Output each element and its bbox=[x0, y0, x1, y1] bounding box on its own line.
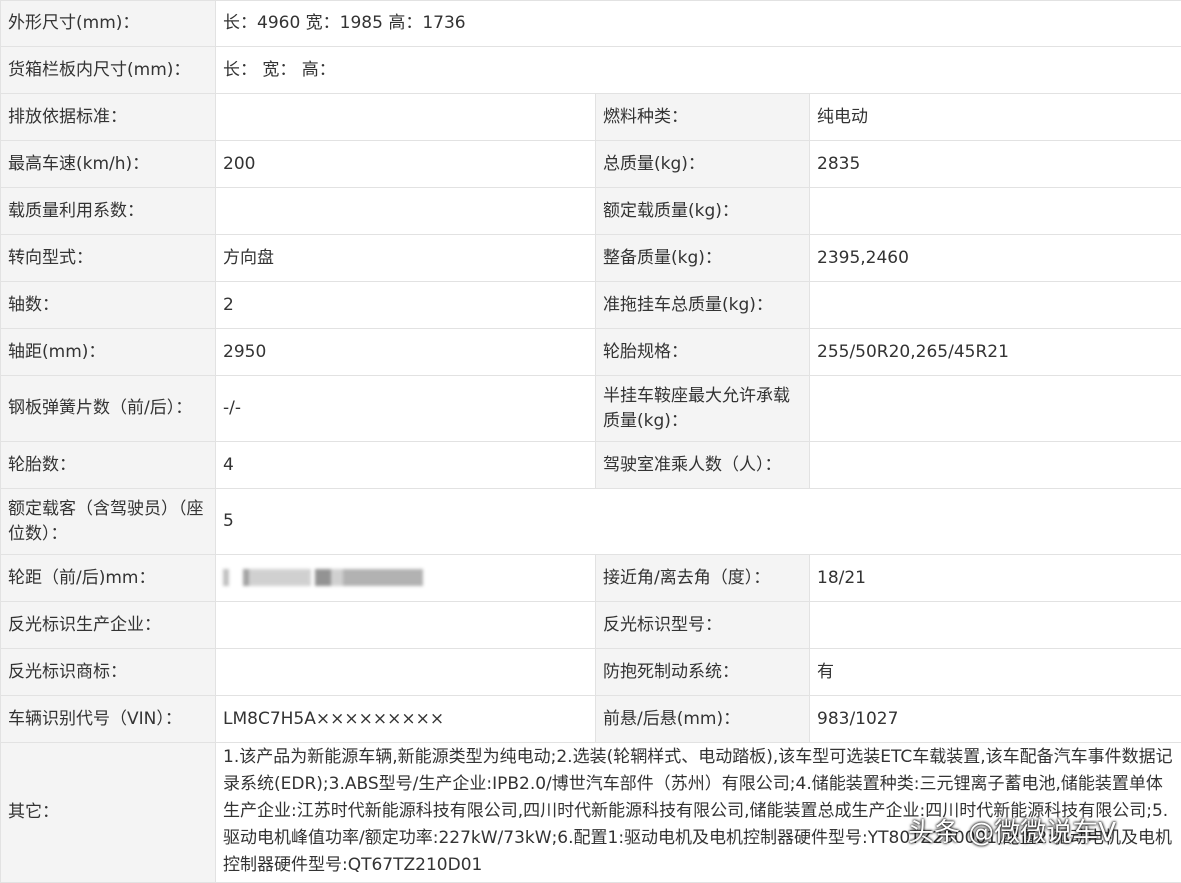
saddle-load-label: 半挂车鞍座最大允许承载质量(kg)： bbox=[596, 376, 810, 442]
dimensions-value: 长：4960 宽：1985 高：1736 bbox=[216, 1, 1181, 47]
spec-table: 外形尺寸(mm)： 长：4960 宽：1985 高：1736 货箱栏板内尺寸(m… bbox=[0, 0, 1181, 883]
rated-load-value bbox=[810, 188, 1181, 235]
rated-load-label: 额定载质量(kg)： bbox=[596, 188, 810, 235]
overhang-label: 前悬/后悬(mm)： bbox=[596, 696, 810, 743]
other-label: 其它： bbox=[1, 743, 216, 883]
row-reflector-brand: 反光标识商标： 防抱死制动系统： 有 bbox=[1, 649, 1181, 696]
track-value bbox=[216, 555, 596, 602]
springs-label: 钢板弹簧片数（前/后）： bbox=[1, 376, 216, 442]
row-emission: 排放依据标准： 燃料种类： 纯电动 bbox=[1, 94, 1181, 141]
abs-value: 有 bbox=[810, 649, 1181, 696]
row-steering: 转向型式： 方向盘 整备质量(kg)： 2395,2460 bbox=[1, 235, 1181, 282]
row-cargo-box: 货箱栏板内尺寸(mm)： 长： 宽： 高： bbox=[1, 47, 1181, 94]
row-load-factor: 载质量利用系数： 额定载质量(kg)： bbox=[1, 188, 1181, 235]
cab-occupants-value bbox=[810, 442, 1181, 489]
axles-value: 2 bbox=[216, 282, 596, 329]
dimensions-label: 外形尺寸(mm)： bbox=[1, 1, 216, 47]
row-passengers: 额定载客（含驾驶员）（座位数）： 5 bbox=[1, 489, 1181, 555]
row-springs: 钢板弹簧片数（前/后）： -/- 半挂车鞍座最大允许承载质量(kg)： bbox=[1, 376, 1181, 442]
vin-label: 车辆识别代号（VIN）： bbox=[1, 696, 216, 743]
passengers-value: 5 bbox=[216, 489, 1181, 555]
axles-label: 轴数： bbox=[1, 282, 216, 329]
fuel-type-label: 燃料种类： bbox=[596, 94, 810, 141]
springs-value: -/- bbox=[216, 376, 596, 442]
row-reflector-maker: 反光标识生产企业： 反光标识型号： bbox=[1, 602, 1181, 649]
trailer-mass-label: 准拖挂车总质量(kg)： bbox=[596, 282, 810, 329]
approach-angle-value: 18/21 bbox=[810, 555, 1181, 602]
passengers-label: 额定载客（含驾驶员）（座位数）： bbox=[1, 489, 216, 555]
tire-count-label: 轮胎数： bbox=[1, 442, 216, 489]
total-mass-value: 2835 bbox=[810, 141, 1181, 188]
reflector-brand-value bbox=[216, 649, 596, 696]
overhang-value: 983/1027 bbox=[810, 696, 1181, 743]
reflector-maker-label: 反光标识生产企业： bbox=[1, 602, 216, 649]
reflector-model-label: 反光标识型号： bbox=[596, 602, 810, 649]
cargo-box-value: 长： 宽： 高： bbox=[216, 47, 1181, 94]
wheelbase-label: 轴距(mm)： bbox=[1, 329, 216, 376]
trailer-mass-value bbox=[810, 282, 1181, 329]
watermark: 头条 @微微说车V bbox=[908, 812, 1116, 849]
fuel-type-value: 纯电动 bbox=[810, 94, 1181, 141]
steering-label: 转向型式： bbox=[1, 235, 216, 282]
tire-spec-value: 255/50R20,265/45R21 bbox=[810, 329, 1181, 376]
total-mass-label: 总质量(kg)： bbox=[596, 141, 810, 188]
track-label: 轮距（前/后)mm： bbox=[1, 555, 216, 602]
emission-label: 排放依据标准： bbox=[1, 94, 216, 141]
row-wheelbase: 轴距(mm)： 2950 轮胎规格： 255/50R20,265/45R21 bbox=[1, 329, 1181, 376]
reflector-model-value bbox=[810, 602, 1181, 649]
max-speed-label: 最高车速(km/h)： bbox=[1, 141, 216, 188]
saddle-load-value bbox=[810, 376, 1181, 442]
redacted-track-value bbox=[223, 569, 423, 586]
curb-mass-value: 2395,2460 bbox=[810, 235, 1181, 282]
row-vin: 车辆识别代号（VIN）： LM8C7H5A××××××××× 前悬/后悬(mm)… bbox=[1, 696, 1181, 743]
max-speed-value: 200 bbox=[216, 141, 596, 188]
row-track: 轮距（前/后)mm： 接近角/离去角（度）： 18/21 bbox=[1, 555, 1181, 602]
reflector-brand-label: 反光标识商标： bbox=[1, 649, 216, 696]
row-axles: 轴数： 2 准拖挂车总质量(kg)： bbox=[1, 282, 1181, 329]
row-speed: 最高车速(km/h)： 200 总质量(kg)： 2835 bbox=[1, 141, 1181, 188]
wheelbase-value: 2950 bbox=[216, 329, 596, 376]
tire-count-value: 4 bbox=[216, 442, 596, 489]
curb-mass-label: 整备质量(kg)： bbox=[596, 235, 810, 282]
load-factor-value bbox=[216, 188, 596, 235]
cab-occupants-label: 驾驶室准乘人数（人）： bbox=[596, 442, 810, 489]
tire-spec-label: 轮胎规格： bbox=[596, 329, 810, 376]
row-tires: 轮胎数： 4 驾驶室准乘人数（人）： bbox=[1, 442, 1181, 489]
cargo-box-label: 货箱栏板内尺寸(mm)： bbox=[1, 47, 216, 94]
reflector-maker-value bbox=[216, 602, 596, 649]
steering-value: 方向盘 bbox=[216, 235, 596, 282]
emission-value bbox=[216, 94, 596, 141]
approach-angle-label: 接近角/离去角（度）： bbox=[596, 555, 810, 602]
abs-label: 防抱死制动系统： bbox=[596, 649, 810, 696]
load-factor-label: 载质量利用系数： bbox=[1, 188, 216, 235]
vin-value: LM8C7H5A××××××××× bbox=[216, 696, 596, 743]
row-dimensions: 外形尺寸(mm)： 长：4960 宽：1985 高：1736 bbox=[1, 1, 1181, 47]
